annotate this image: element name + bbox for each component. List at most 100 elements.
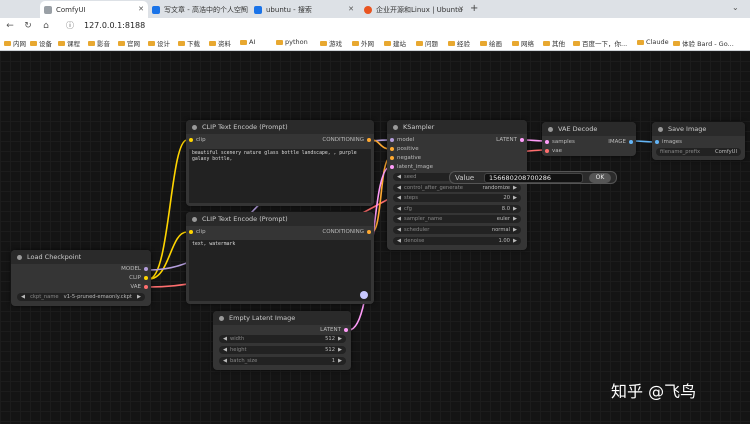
decrement-arrow-icon[interactable]: ◀ (397, 174, 401, 180)
bookmark-2[interactable]: 课程 (58, 38, 80, 48)
bookmark-12[interactable]: 建站 (384, 38, 406, 48)
decrement-arrow-icon[interactable]: ◀ (397, 195, 401, 201)
address-bar[interactable]: 127.0.0.1:8188 (84, 21, 145, 30)
bookmark-5[interactable]: 设计 (148, 38, 170, 48)
widget-steps[interactable]: ◀ steps 20 ▶ (393, 194, 521, 203)
bookmark-6[interactable]: 下载 (178, 38, 200, 48)
node-canvas[interactable] (0, 51, 750, 424)
decrement-arrow-icon[interactable]: ◀ (397, 238, 401, 244)
assistant-icon[interactable] (360, 291, 368, 299)
tab-search[interactable]: ubuntu - 搜索 ✕ (250, 1, 358, 18)
output-slot-model[interactable]: MODEL (121, 266, 148, 272)
collapse-dot-icon[interactable] (219, 315, 224, 321)
clip-text-encode-node-negative[interactable]: CLIP Text Encode (Prompt) clip CONDITION… (186, 212, 374, 304)
seed-value-dialog[interactable]: Value 156680208700286 OK (449, 171, 617, 184)
input-slot-vae[interactable]: vae (545, 148, 562, 154)
output-slot-latent[interactable]: LATENT (320, 327, 348, 333)
widget-denoise[interactable]: ◀ denoise 1.00 ▶ (393, 236, 521, 245)
ckpt-name-widget[interactable]: ◀ ckpt_name v1-5-pruned-emaonly.ckpt ▶ (17, 293, 145, 301)
close-icon[interactable]: ✕ (240, 5, 246, 13)
increment-arrow-icon[interactable]: ▶ (338, 336, 342, 342)
increment-arrow-icon[interactable]: ▶ (513, 216, 517, 222)
collapse-dot-icon[interactable] (658, 126, 663, 132)
bookmark-3[interactable]: 影音 (88, 38, 110, 48)
decrement-arrow-icon[interactable]: ◀ (223, 336, 227, 342)
bookmark-18[interactable]: 百度一下，你... (573, 38, 627, 48)
widget-height[interactable]: ◀ height 512 ▶ (219, 346, 346, 354)
increment-arrow-icon[interactable]: ▶ (338, 347, 342, 353)
node-header[interactable]: VAE Decode (542, 122, 636, 136)
tab-article[interactable]: 写文章 - 高浩中的个人空间 ✕ (148, 1, 250, 18)
output-slot-clip[interactable]: CLIP (129, 275, 148, 281)
bookmark-9[interactable]: python (276, 38, 308, 46)
increment-arrow-icon[interactable]: ▶ (513, 238, 517, 244)
empty-latent-image-node[interactable]: Empty Latent Image LATENT ◀ width 512 ▶ ◀ hei… (213, 311, 351, 370)
widget-control-after-generate[interactable]: ◀ control_after_generate randomize ▶ (393, 183, 521, 192)
decrement-arrow-icon[interactable]: ◀ (397, 206, 401, 212)
decrement-arrow-icon[interactable]: ◀ (223, 347, 227, 353)
widget-sampler-name[interactable]: ◀ sampler_name euler ▶ (393, 215, 521, 224)
collapse-dot-icon[interactable] (192, 124, 197, 130)
new-tab-icon[interactable]: + (470, 3, 478, 14)
bookmark-1[interactable]: 设备 (30, 38, 52, 48)
node-header[interactable]: CLIP Text Encode (Prompt) (186, 120, 374, 134)
node-header[interactable]: Save Image (652, 122, 745, 136)
bookmark-0[interactable]: 内网 (4, 38, 26, 48)
input-slot-clip[interactable]: clip (189, 137, 206, 143)
close-icon[interactable]: ✕ (458, 5, 464, 13)
increment-arrow-icon[interactable]: ▶ (513, 227, 517, 233)
bookmark-14[interactable]: 经验 (448, 38, 470, 48)
decrement-arrow-icon[interactable]: ◀ (223, 358, 227, 364)
output-slot-vae[interactable]: VAE (130, 284, 148, 290)
bookmark-20[interactable]: 体验 Bard - Go... (673, 38, 734, 48)
input-slot-clip[interactable]: clip (189, 229, 206, 235)
ksampler-node[interactable]: KSampler model positive negative latent_… (387, 120, 527, 250)
decrement-arrow-icon[interactable]: ◀ (21, 294, 25, 300)
close-icon[interactable]: ✕ (348, 5, 354, 13)
bookmark-7[interactable]: 资料 (209, 38, 231, 48)
clip-text-encode-node-positive[interactable]: CLIP Text Encode (Prompt) clip CONDITION… (186, 120, 374, 206)
input-slot-negative[interactable]: negative (390, 155, 421, 161)
bookmark-19[interactable]: Claude (637, 38, 669, 46)
decrement-arrow-icon[interactable]: ◀ (397, 185, 401, 191)
prompt-textarea[interactable]: text, watermark (189, 240, 371, 301)
load-checkpoint-node[interactable]: Load Checkpoint MODEL CLIP VAE ◀ ckpt_na… (11, 250, 151, 306)
increment-arrow-icon[interactable]: ▶ (513, 185, 517, 191)
vae-decode-node[interactable]: VAE Decode samples vae IMAGE (542, 122, 636, 156)
collapse-dot-icon[interactable] (192, 216, 197, 222)
widget-scheduler[interactable]: ◀ scheduler normal ▶ (393, 226, 521, 234)
input-slot-latent-image[interactable]: latent_image (390, 164, 433, 170)
filename-prefix-widget[interactable]: filename_prefix ComfyUI (656, 148, 741, 156)
prompt-textarea[interactable]: beautiful scenery nature glass bottle la… (189, 149, 371, 203)
seed-value-input[interactable]: 156680208700286 (484, 173, 583, 183)
collapse-dot-icon[interactable] (548, 126, 553, 132)
bookmark-16[interactable]: 网络 (512, 38, 534, 48)
input-slot-images[interactable]: images (655, 139, 682, 145)
bookmark-15[interactable]: 绘画 (480, 38, 502, 48)
bookmark-8[interactable]: AI (240, 38, 255, 46)
close-icon[interactable]: ✕ (138, 5, 144, 13)
reload-icon[interactable]: ↻ (22, 20, 34, 32)
bookmark-13[interactable]: 问题 (416, 38, 438, 48)
increment-arrow-icon[interactable]: ▶ (513, 195, 517, 201)
collapse-dot-icon[interactable] (393, 124, 398, 130)
window-menu-icon[interactable]: ⌄ (732, 3, 742, 13)
node-header[interactable]: Empty Latent Image (213, 311, 351, 325)
output-slot-conditioning[interactable]: CONDITIONING (322, 229, 371, 235)
increment-arrow-icon[interactable]: ▶ (513, 206, 517, 212)
node-header[interactable]: Load Checkpoint (11, 250, 151, 264)
ok-button[interactable]: OK (589, 173, 611, 183)
tab-ubuntu[interactable]: 企业开源和Linux | Ubuntu ✕ (360, 1, 468, 18)
bookmark-10[interactable]: 游戏 (320, 38, 342, 48)
bookmark-4[interactable]: 官网 (118, 38, 140, 48)
widget-batch-size[interactable]: ◀ batch_size 1 ▶ (219, 357, 346, 365)
input-slot-positive[interactable]: positive (390, 146, 419, 152)
input-slot-model[interactable]: model (390, 137, 414, 143)
output-slot-conditioning[interactable]: CONDITIONING (322, 137, 371, 143)
back-icon[interactable]: ← (4, 20, 16, 32)
node-header[interactable]: KSampler (387, 120, 527, 134)
increment-arrow-icon[interactable]: ▶ (338, 358, 342, 364)
save-image-node[interactable]: Save Image images filename_prefix ComfyUI (652, 122, 745, 160)
tab-comfyui[interactable]: ComfyUI ✕ (40, 1, 148, 18)
collapse-dot-icon[interactable] (17, 254, 22, 260)
